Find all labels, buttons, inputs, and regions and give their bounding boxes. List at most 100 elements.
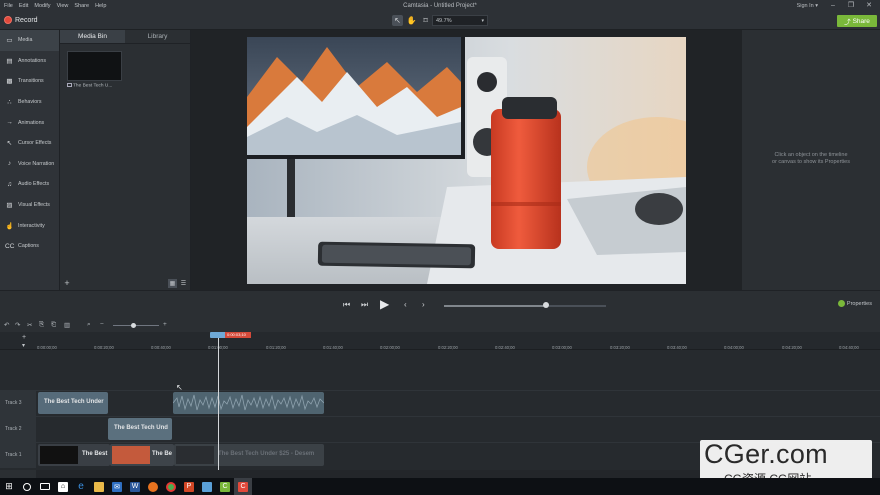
split-icon[interactable]: ▥ [64,321,70,329]
pan-tool-icon[interactable]: ✋ [406,15,417,26]
timeline-ruler[interactable]: + ▾ 0:00:00;00 0:00:20;00 0:00:40;00 0:0… [0,332,880,350]
sidebar-item-label: Behaviors [18,99,42,106]
word-icon[interactable]: W [126,478,144,495]
firefox-icon[interactable] [144,478,162,495]
sidebar-item-visual-effects[interactable]: ▨ Visual Effects [0,195,59,216]
chevron-down-icon: ▾ [481,18,484,24]
audio-effects-icon: ♫ [7,180,12,188]
chrome-icon[interactable] [162,478,180,495]
video-preview[interactable] [247,37,686,284]
add-track-icon[interactable]: + [22,334,26,341]
track-header[interactable]: Track 3 [0,391,36,416]
mail-icon[interactable]: ✉ [108,478,126,495]
sidebar-item-label: Animations [18,119,45,126]
menu-file[interactable]: File [4,3,13,9]
track-header[interactable]: Track 2 [0,417,36,442]
play-button[interactable]: ▶ [380,297,389,311]
mouse-cursor-icon: ↖ [176,383,183,392]
transitions-icon: ▩ [6,78,13,86]
edge-icon[interactable]: e [72,478,90,495]
paste-icon[interactable]: ⎗ [51,321,56,329]
zoom-out-icon[interactable]: − [100,321,104,328]
previous-clip-icon[interactable]: ‹ [404,300,407,309]
collapse-tracks-icon[interactable]: ▾ [22,342,25,349]
next-clip-icon[interactable]: › [422,300,425,309]
search-icon[interactable] [18,478,36,495]
record-label: Record [15,16,38,24]
playback-scrubber[interactable] [444,305,606,307]
sidebar-item-voice-narration[interactable]: ♪ Voice Narration [0,154,59,175]
zoom-in-icon[interactable]: + [163,321,167,328]
sidebar-item-transitions[interactable]: ▩ Transitions [0,71,59,92]
media-icon: ▭ [6,37,13,45]
media-thumbnail-caption: The Best Tech U... [67,83,112,88]
cut-icon[interactable]: ✂ [27,321,32,329]
menu-help[interactable]: Help [95,3,106,9]
properties-hint-line1: Click an object on the timeline [774,152,848,158]
scrubber-handle[interactable] [543,302,550,308]
share-label: Share [852,17,870,25]
menu-share[interactable]: Share [74,3,89,9]
sidebar-item-media[interactable]: ▭ Media [0,30,59,51]
timeline-clip[interactable]: The Be [110,444,174,466]
redo-icon[interactable]: ↷ [15,321,20,329]
sidebar-item-behaviors[interactable]: ∴ Behaviors [0,92,59,113]
menu-modify[interactable]: Modify [34,3,50,9]
close-button[interactable]: ✕ [864,2,874,10]
sidebar-item-interactivity[interactable]: ☝ Interactivity [0,215,59,236]
sidebar-item-captions[interactable]: CC Captions [0,236,59,257]
timeline-clip[interactable]: The Best Tech Under [38,392,108,414]
powerpoint-icon[interactable]: P [180,478,198,495]
store-icon[interactable]: ⌂ [54,478,72,495]
menu-view[interactable]: View [57,3,69,9]
share-icon: ⤴ [844,19,851,26]
windows-start-icon[interactable]: ⊞ [0,478,18,495]
pointer-tool-icon[interactable]: ↖ [392,15,403,26]
properties-button[interactable]: Properties [837,300,872,307]
audio-clip[interactable] [173,392,324,414]
sign-in-link[interactable]: Sign In ▾ [797,3,818,9]
sidebar-item-cursor-effects[interactable]: ↖ Cursor Effects [0,133,59,154]
explorer-icon[interactable] [90,478,108,495]
camtasia-icon[interactable]: C [234,478,252,495]
step-forward-icon[interactable]: ⏭ [361,300,368,310]
waveform-icon [173,394,324,411]
playhead-handle[interactable] [210,332,226,338]
camtasia-recorder-icon[interactable]: C [216,478,234,495]
sidebar-item-label: Visual Effects [18,202,50,209]
sidebar-item-label: Annotations [18,57,46,64]
microphone-icon: ♪ [7,160,12,168]
sidebar-item-animations[interactable]: → Animations [0,112,59,133]
record-button[interactable]: Record [4,16,38,24]
minimize-button[interactable]: – [828,2,838,10]
zoom-select[interactable]: 49.7% ▾ [432,15,488,26]
task-view-icon[interactable] [36,478,54,495]
sidebar-item-audio-effects[interactable]: ♫ Audio Effects [0,174,59,195]
sidebar-item-annotations[interactable]: ▤ Annotations [0,51,59,72]
undo-icon[interactable]: ↶ [4,321,9,329]
timeline-zoom-slider[interactable] [113,325,159,326]
playhead-line[interactable] [218,332,219,470]
menu-edit[interactable]: Edit [19,3,28,9]
crop-tool-icon[interactable]: ⌑ [420,15,431,26]
step-back-icon[interactable]: ⏮ [343,300,350,310]
zoom-icon[interactable]: ⌕ [87,321,91,329]
list-view-icon[interactable]: ☰ [179,279,188,288]
sidebar-item-label: Interactivity [18,222,45,229]
app-icon[interactable] [198,478,216,495]
maximize-button[interactable]: ❐ [846,2,856,10]
timeline-zoom-handle[interactable] [131,323,136,328]
properties-hint: Click an object on the timeline or canva… [742,152,880,166]
tab-media-bin[interactable]: Media Bin [60,30,125,43]
add-media-button[interactable]: + [62,278,72,288]
watermark-title: CGer.com [704,439,828,469]
timeline-clip[interactable]: The Best Tech Und [108,418,172,440]
track-header[interactable]: Track 1 [0,443,36,468]
timeline-clip[interactable]: The Best Tech Under $25 - Desem [174,444,324,466]
share-button[interactable]: ⤴ Share [837,15,877,27]
media-thumbnail[interactable] [67,51,122,81]
grid-view-icon[interactable]: ▦ [168,279,177,288]
copy-icon[interactable]: ⎘ [39,321,44,329]
tab-library[interactable]: Library [125,30,190,43]
timeline-clip[interactable]: The Best [38,444,110,466]
